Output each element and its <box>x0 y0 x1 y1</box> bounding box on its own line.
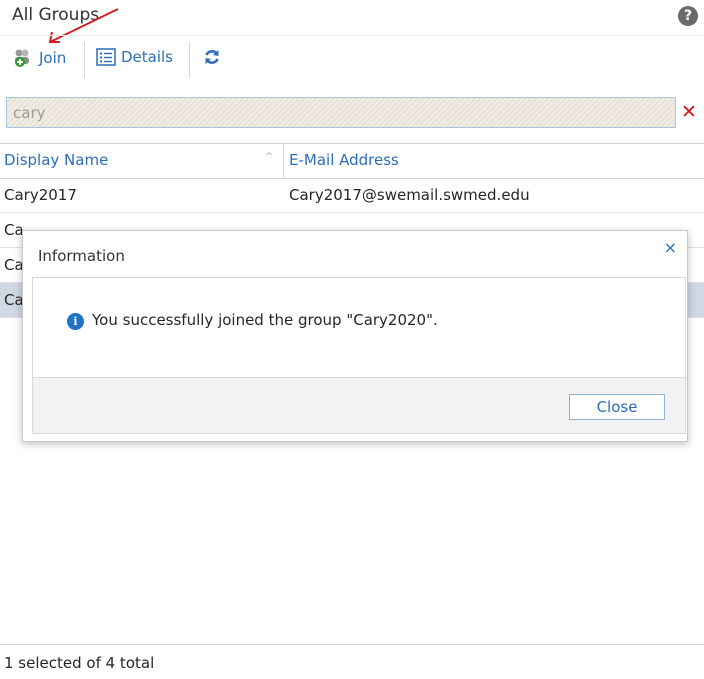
column-divider[interactable] <box>283 144 284 178</box>
dialog-title: Information <box>38 247 125 265</box>
join-button[interactable]: Join <box>12 48 66 68</box>
information-dialog: Information × i You successfully joined … <box>22 230 688 442</box>
dialog-footer: Close <box>32 377 686 434</box>
help-icon[interactable]: ? <box>678 6 698 26</box>
toolbar-divider <box>189 42 190 78</box>
refresh-button[interactable] <box>203 48 221 66</box>
cell-email: Cary2017@swemail.swmed.edu <box>289 186 530 204</box>
column-header-email[interactable]: E-Mail Address <box>289 151 399 169</box>
details-list-icon <box>96 48 116 66</box>
search-box <box>6 97 676 128</box>
selection-count: 1 selected of 4 total <box>4 654 155 672</box>
status-bar: 1 selected of 4 total <box>0 644 704 679</box>
dialog-message: You successfully joined the group "Cary2… <box>92 311 438 329</box>
toolbar-divider <box>84 42 85 78</box>
close-button[interactable]: Close <box>569 394 665 420</box>
cell-display-name: Cary2017 <box>4 186 77 204</box>
toolbar: Join Details <box>0 35 704 84</box>
close-icon[interactable]: × <box>664 238 677 257</box>
details-button[interactable]: Details <box>96 48 173 66</box>
join-label: Join <box>39 49 67 67</box>
cell-display-name: Ca <box>4 221 24 239</box>
details-label: Details <box>121 48 174 66</box>
dialog-body: i You successfully joined the group "Car… <box>32 277 686 378</box>
search-input[interactable] <box>7 98 659 127</box>
column-header-display-name[interactable]: Display Name <box>4 151 108 169</box>
clear-search-button[interactable]: ✕ <box>676 98 702 126</box>
cell-display-name: Ca <box>4 256 24 274</box>
cell-display-name: Ca <box>4 291 24 309</box>
refresh-icon <box>205 50 219 64</box>
sort-asc-icon: ^ <box>265 152 273 162</box>
grid-header: Display Name ^ E-Mail Address <box>0 143 704 179</box>
info-icon: i <box>67 313 84 330</box>
group-join-icon <box>15 49 29 67</box>
table-row[interactable]: Cary2017 Cary2017@swemail.swmed.edu <box>0 178 704 213</box>
